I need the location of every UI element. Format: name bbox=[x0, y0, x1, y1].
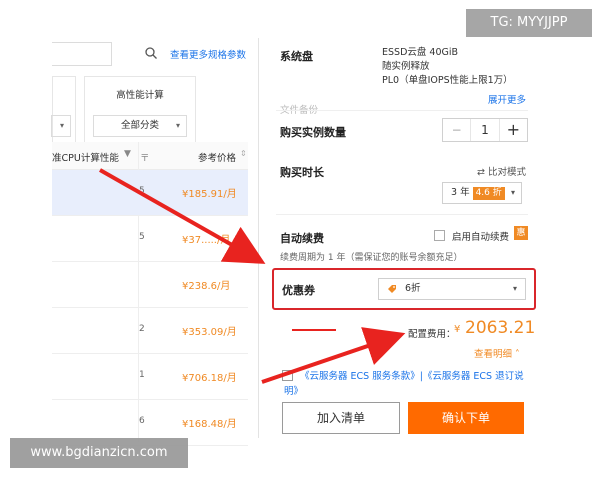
row-price: ¥37...../月 bbox=[182, 235, 231, 246]
row-cell: 2 bbox=[139, 324, 145, 334]
spec-search-input[interactable] bbox=[52, 42, 112, 66]
quantity-value[interactable]: 1 bbox=[471, 119, 498, 141]
watermark-tg: TG: MYYJJPP bbox=[466, 9, 592, 37]
more-specs-link[interactable]: 查看更多规格参数 bbox=[170, 47, 246, 61]
row-price: ¥238.6/月 bbox=[182, 281, 231, 292]
coupon-value: 6折 bbox=[405, 283, 421, 294]
agreement-links[interactable]: 《云服务器 ECS 服务条款》|《云服务器 ECS 退订说明》 bbox=[284, 369, 534, 399]
col-mid-header: 〒 bbox=[140, 153, 150, 164]
row-price: ¥185.91/月 bbox=[182, 189, 237, 200]
disk-line-1: ESSD云盘 40GiB bbox=[382, 47, 459, 58]
duration-label: 购买时长 bbox=[280, 166, 324, 179]
col-cpu-header: 准CPU计算性能 bbox=[52, 153, 119, 164]
chevron-down-icon: ▾ bbox=[175, 121, 180, 130]
cost-currency: ¥ bbox=[454, 324, 461, 335]
auto-renew-checkbox[interactable] bbox=[434, 230, 445, 241]
row-cell: 6 bbox=[139, 416, 145, 426]
panel-divider bbox=[258, 38, 259, 438]
discount-badge: 4.6 折 bbox=[472, 187, 505, 200]
system-disk-label: 系统盘 bbox=[280, 50, 313, 63]
table-row[interactable]: 5 ¥185.91/月 bbox=[52, 170, 248, 216]
filter-hpc-title: 高性能计算 bbox=[116, 90, 164, 101]
coupon-label: 优惠券 bbox=[282, 284, 315, 297]
chevron-down-icon: ▾ bbox=[512, 284, 517, 293]
disk-line-3: PL0（单盘IOPS性能上限1万） bbox=[382, 75, 513, 86]
disk-line-2: 随实例释放 bbox=[382, 61, 430, 72]
promo-badge: 惠 bbox=[514, 226, 528, 240]
table-header: 准CPU计算性能 ▼ 〒 参考价格 ⇕ bbox=[52, 142, 248, 170]
row-price: ¥706.18/月 bbox=[182, 373, 237, 384]
compare-icon: ⇄ bbox=[477, 167, 488, 178]
increment-button[interactable]: + bbox=[498, 119, 527, 141]
chevron-up-icon: ˄ bbox=[512, 349, 520, 360]
config-cost-label: 配置费用： bbox=[408, 329, 456, 340]
quantity-stepper[interactable]: − 1 + bbox=[442, 118, 528, 142]
coupon-select[interactable]: 6折 ▾ bbox=[378, 278, 526, 300]
divider bbox=[276, 110, 528, 111]
coupon-tag-icon bbox=[388, 285, 396, 293]
row-cell: 1 bbox=[139, 370, 145, 380]
system-disk-info: ESSD云盘 40GiB 随实例释放 PL0（单盘IOPS性能上限1万） bbox=[382, 46, 513, 88]
row-cell: 5 bbox=[139, 232, 145, 242]
auto-renew-label: 自动续费 bbox=[280, 232, 324, 245]
coupon-row-highlight: 优惠券 6折 ▾ bbox=[272, 268, 536, 310]
table-row[interactable]: 2 ¥353.09/月 bbox=[52, 308, 248, 354]
renew-note: 续费周期为 1 年（需保证您的账号余额充足） bbox=[280, 253, 463, 263]
auto-renew-option[interactable]: 启用自动续费 bbox=[452, 229, 509, 243]
compare-mode-label: 比对模式 bbox=[487, 167, 526, 178]
duration-select[interactable]: 3 年 4.6 折 ▾ bbox=[442, 182, 522, 204]
instance-list-panel: 查看更多规格参数 ▾ 高性能计算 全部分类 ▾ 准CPU计算性能 ▼ 〒 参考价… bbox=[51, 38, 252, 446]
filter-icon[interactable]: ▼ bbox=[124, 149, 131, 159]
sort-icon[interactable]: ⇕ bbox=[240, 149, 247, 158]
order-config-panel: 系统盘 ESSD云盘 40GiB 随实例释放 PL0（单盘IOPS性能上限1万）… bbox=[262, 38, 538, 438]
table-row[interactable]: 5 ¥37...../月 bbox=[52, 216, 248, 262]
view-details-link[interactable]: 查看明细 ˄ bbox=[474, 346, 520, 360]
row-cell: 5 bbox=[139, 186, 145, 196]
divider bbox=[276, 214, 528, 215]
row-price: ¥353.09/月 bbox=[182, 327, 237, 338]
chevron-down-icon: ▾ bbox=[59, 121, 64, 130]
compare-mode-link[interactable]: ⇄ 比对模式 bbox=[477, 164, 526, 178]
confirm-order-button[interactable]: 确认下单 bbox=[408, 402, 524, 434]
quantity-label: 购买实例数量 bbox=[280, 126, 346, 139]
expand-more-link[interactable]: 展开更多 bbox=[488, 92, 526, 106]
col-price-header[interactable]: 参考价格 bbox=[198, 150, 236, 164]
table-row[interactable]: 1 ¥706.18/月 bbox=[52, 354, 248, 400]
config-cost-value: 2063.21 bbox=[465, 318, 536, 338]
add-to-list-button[interactable]: 加入清单 bbox=[282, 402, 400, 434]
faded-label: 文件备份 bbox=[280, 102, 318, 116]
filter-hpc-value: 全部分类 bbox=[120, 120, 159, 131]
watermark-site: www.bgdianzicn.com bbox=[10, 438, 188, 468]
search-icon[interactable] bbox=[144, 46, 158, 60]
row-price: ¥168.48/月 bbox=[182, 419, 237, 430]
duration-value: 3 年 bbox=[451, 187, 470, 198]
decrement-button[interactable]: − bbox=[443, 119, 472, 141]
filter-a-select[interactable]: ▾ bbox=[51, 115, 71, 137]
filter-hpc-select[interactable]: 全部分类 ▾ bbox=[93, 115, 187, 137]
table-row[interactable]: ¥238.6/月 bbox=[52, 262, 248, 308]
chevron-down-icon: ▾ bbox=[510, 188, 515, 197]
view-details-label: 查看明细 bbox=[474, 349, 513, 360]
